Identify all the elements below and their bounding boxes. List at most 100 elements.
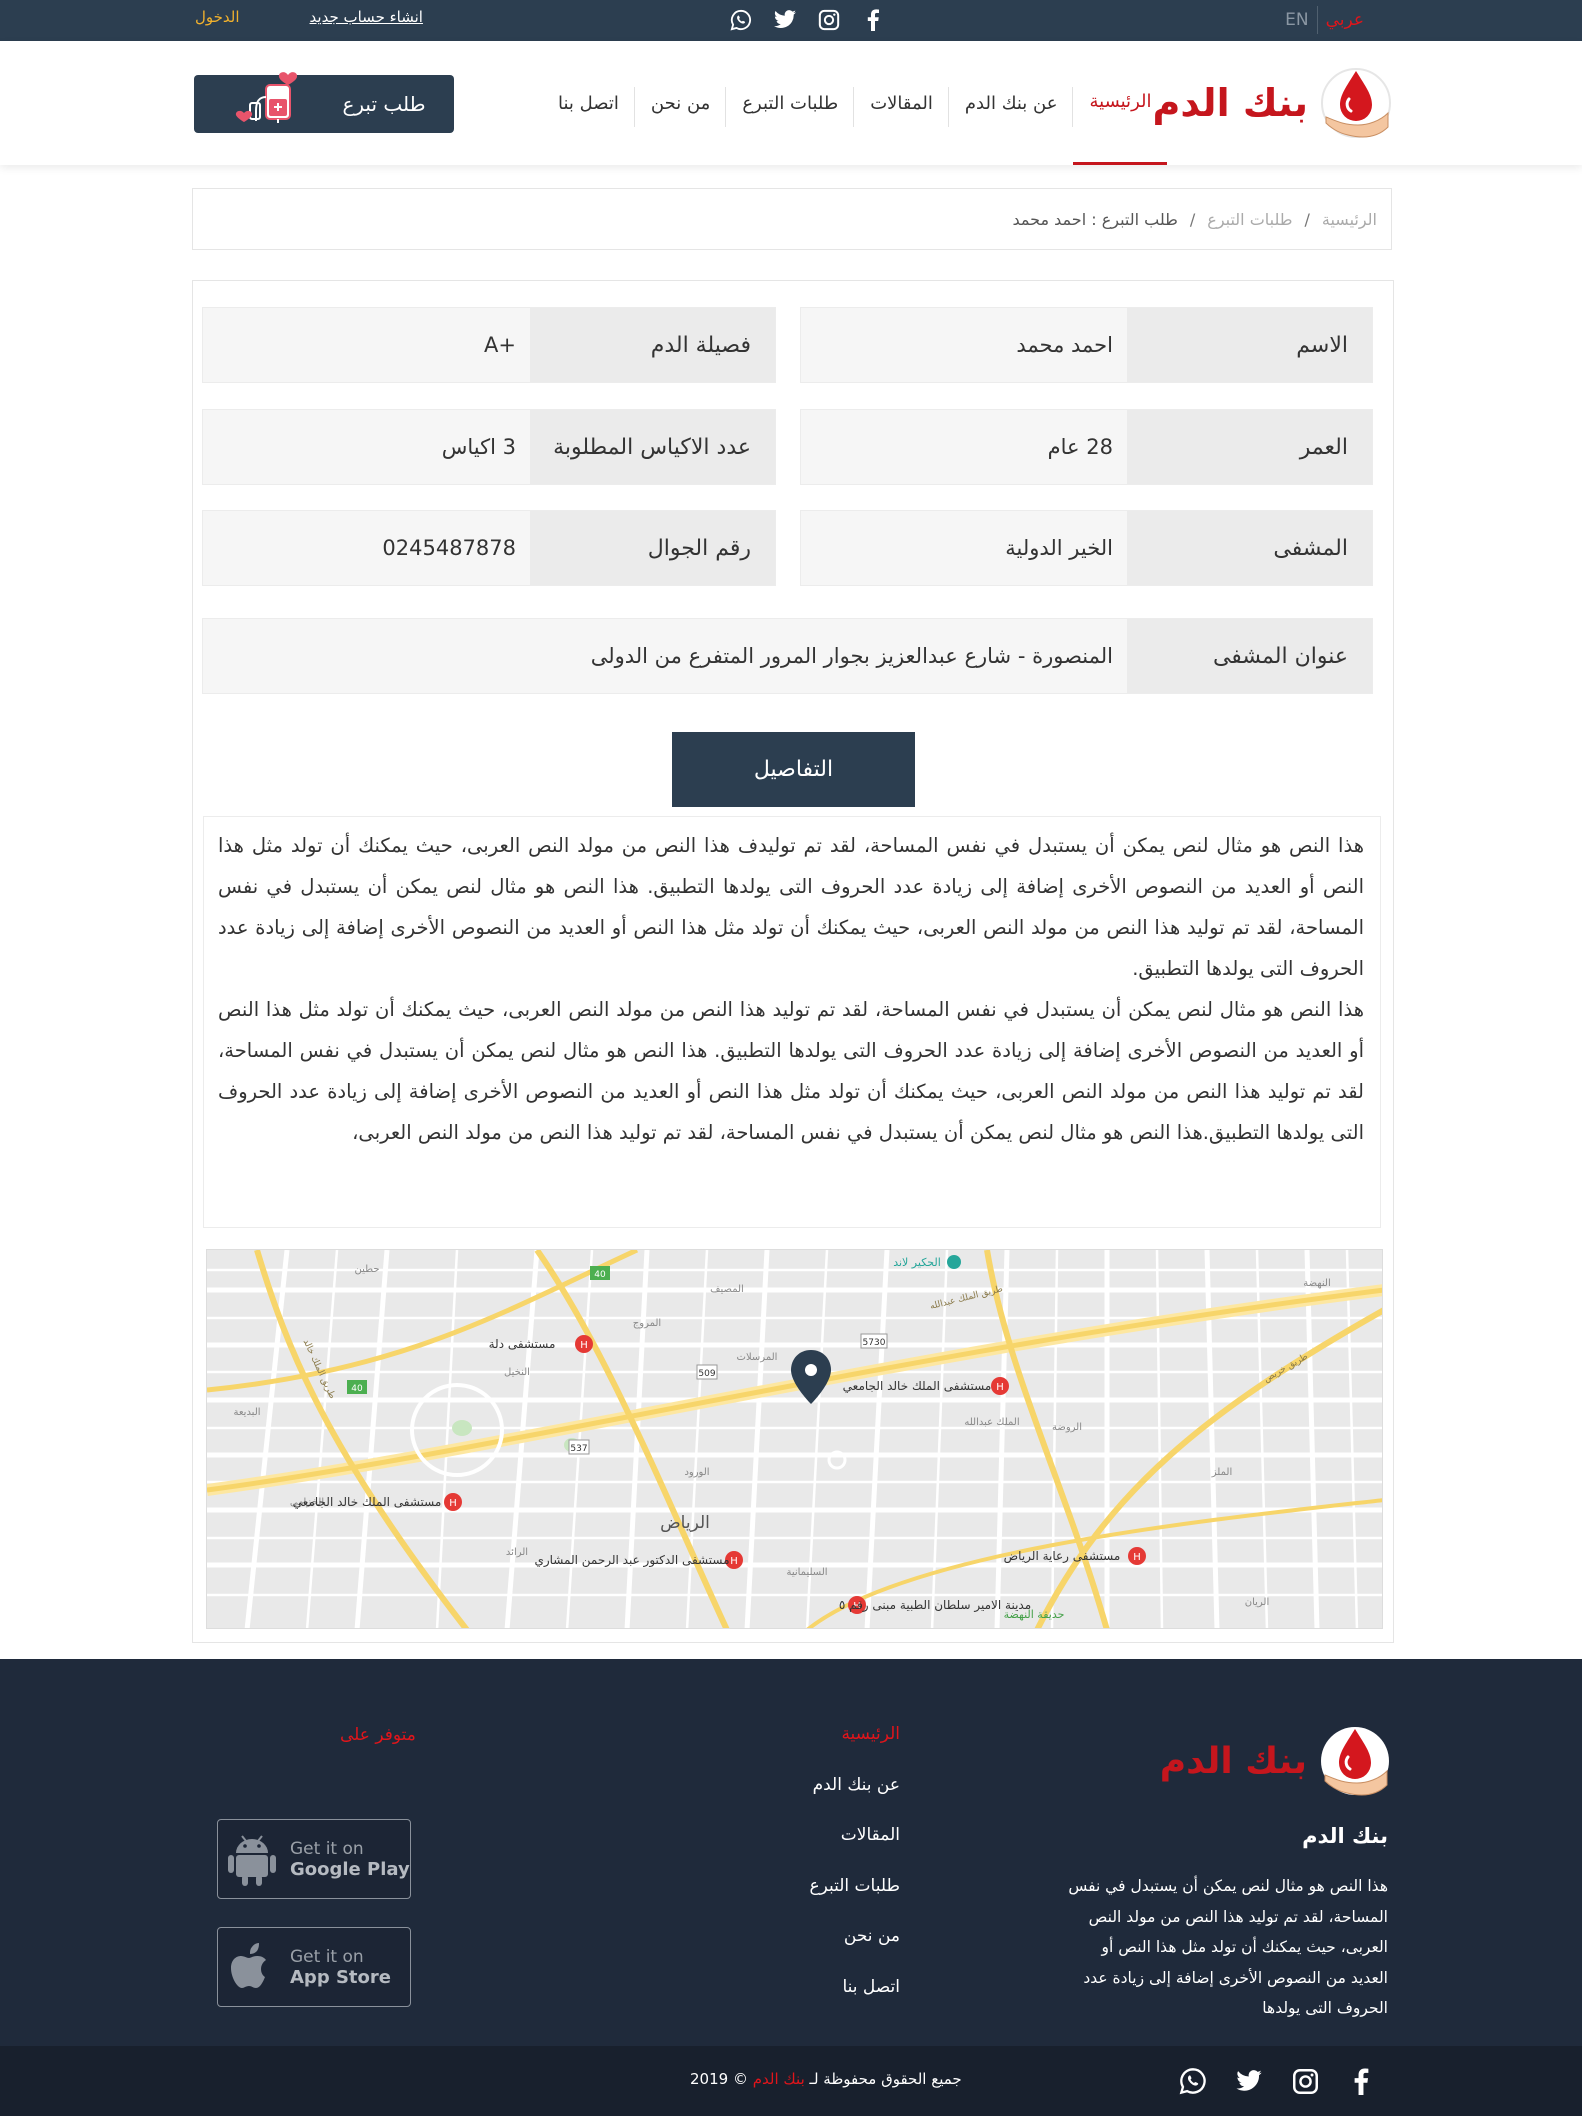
footer-link-contact[interactable]: اتصل بنا <box>809 1977 900 2000</box>
top-bar: عربي EN الدخول انشاء حساب جديد <box>0 0 1582 41</box>
footer-link-home[interactable]: الرئيسية <box>809 1724 900 1747</box>
hospital-label: مدينة الامير سلطان الطبية مبنى رقم ٥ <box>839 1598 1031 1613</box>
shield-label: 40 <box>594 1270 606 1280</box>
language-switcher: عربي EN <box>1285 6 1364 34</box>
district-label: الريان <box>1245 1597 1270 1608</box>
district-label: الملز <box>1211 1467 1232 1478</box>
donation-request-button[interactable]: طلب تبرع <box>194 72 454 133</box>
details-button[interactable]: التفاصيل <box>672 732 915 807</box>
footer-link-who-we-are[interactable]: من نحن <box>809 1926 900 1949</box>
field-hospital-address: عنوان المشفى المنصورة - شارع عبدالعزيز ب… <box>202 618 1373 694</box>
svg-text:H: H <box>1133 1552 1141 1563</box>
blood-drop-hand-logo <box>1321 68 1391 138</box>
district-label: الروضة <box>1052 1422 1082 1433</box>
copyright-year: 2019 <box>690 2070 729 2088</box>
details-text: هذا النص هو مثال لنص يمكن أن يستبدل في ن… <box>203 816 1381 1228</box>
google-play-line1: Get it on <box>290 1838 364 1859</box>
lang-arabic-link[interactable]: عربي <box>1326 10 1364 30</box>
poi-marker[interactable]: الحكير لاند <box>893 1255 961 1269</box>
hospital-label: مستشفى الملك خالد الجامعي <box>843 1379 992 1393</box>
hospital-label: مستشفى دلة <box>489 1337 556 1351</box>
lang-english-link[interactable]: EN <box>1285 10 1308 30</box>
shield-label: 5730 <box>863 1338 886 1348</box>
blood-bag-icon <box>236 72 298 123</box>
facebook-icon[interactable] <box>1346 2066 1376 2096</box>
map-shield-537: 537 <box>568 1439 590 1455</box>
top-social-links <box>728 7 886 33</box>
nav-articles[interactable]: المقالات <box>854 41 949 165</box>
breadcrumb-requests-link[interactable]: طلبات التبرع <box>1207 210 1292 229</box>
map-city-label: الرياض <box>660 1513 710 1533</box>
field-name-label: الاسم <box>1127 308 1372 382</box>
copyright-symbol: © <box>732 2070 748 2088</box>
hospital-label: مستشفى رعاية الرياض <box>1004 1549 1121 1564</box>
district-label: المروج <box>633 1318 661 1329</box>
field-hospital: المشفى الخير الدولية <box>800 510 1373 586</box>
app-store-button[interactable]: Get it on App Store <box>217 1927 411 2007</box>
footer-link-requests[interactable]: طلبات التبرع <box>809 1876 900 1899</box>
svg-text:H: H <box>996 1382 1004 1393</box>
twitter-icon[interactable] <box>1234 2066 1264 2096</box>
android-icon <box>228 1835 276 1886</box>
hospital-marker[interactable]: H مستشفى الملك خالد الجامعي <box>843 1377 1009 1395</box>
map-canvas[interactable]: 40 40 509 537 5730 حطين المصيف المروج ال… <box>207 1250 1383 1629</box>
nav-contact-us[interactable]: اتصل بنا <box>542 41 635 165</box>
district-label: المرسلات <box>737 1352 778 1363</box>
site-footer: بنك الدم بنك الدم هذا النص هو مثال لنص ي… <box>0 1659 1582 2046</box>
instagram-icon[interactable] <box>1290 2066 1320 2096</box>
svg-text:H: H <box>730 1556 738 1567</box>
copyright-bar: جميع الحقوق محفوظة لـ بنك الدم © 2019 <box>0 2046 1582 2116</box>
footer-logo[interactable]: بنك الدم <box>1160 1719 1391 1803</box>
breadcrumb-home-link[interactable]: الرئيسية <box>1322 210 1377 229</box>
nav-about-blood-bank[interactable]: عن بنك الدم <box>949 41 1074 165</box>
whatsapp-icon[interactable] <box>1178 2066 1208 2096</box>
footer-link-about[interactable]: عن بنك الدم <box>809 1775 900 1798</box>
footer-logo-text: بنك الدم <box>1159 1740 1307 1782</box>
district-label: الرائد <box>506 1547 528 1558</box>
district-label: النهضة <box>1303 1278 1331 1289</box>
breadcrumb-separator: / <box>1304 209 1310 229</box>
field-age-label: العمر <box>1127 410 1372 484</box>
hospital-marker[interactable]: H مستشفى الملك خالد الجامعي <box>293 1493 462 1511</box>
main-header: بنك الدم الرئيسية عن بنك الدم المقالات ط… <box>0 41 1582 165</box>
district-label: الورود <box>684 1467 709 1478</box>
register-link[interactable]: انشاء حساب جديد <box>310 8 423 26</box>
map-shield-5730: 5730 <box>860 1333 888 1349</box>
nav-donation-requests[interactable]: طلبات التبرع <box>726 41 855 165</box>
footer-links: الرئيسية عن بنك الدم المقالات طلبات التب… <box>809 1724 900 2027</box>
field-blood-type-label: فصيلة الدم <box>530 308 775 382</box>
apple-icon <box>231 1943 266 1988</box>
park-label: حديقة النهضة <box>1004 1608 1065 1621</box>
hospital-marker[interactable]: Hمستشفى الدكتور عبد الرحمن المشاري <box>534 1551 743 1569</box>
logo-text: بنك الدم <box>1152 81 1309 125</box>
footer-link-articles[interactable]: المقالات <box>809 1825 900 1848</box>
map-shield-509: 509 <box>696 1364 718 1380</box>
account-links: الدخول انشاء حساب جديد <box>195 8 423 26</box>
nav-home[interactable]: الرئيسية <box>1073 41 1168 165</box>
shield-label: 537 <box>570 1444 587 1454</box>
breadcrumb-separator: / <box>1189 209 1196 229</box>
twitter-icon[interactable] <box>772 7 798 33</box>
field-bags-value: 3 اكياس <box>441 435 516 459</box>
district-label: حطين <box>354 1264 379 1275</box>
donation-request-label: طلب تبرع <box>342 92 426 116</box>
footer-social-links <box>1178 2066 1376 2096</box>
field-hospital-value: الخير الدولية <box>1005 536 1113 560</box>
login-link[interactable]: الدخول <box>195 8 240 26</box>
site-logo[interactable]: بنك الدم <box>1153 61 1393 145</box>
hospital-label: مستشفى الدكتور عبد الرحمن المشاري <box>534 1553 729 1568</box>
field-hospital-address-label: عنوان المشفى <box>1127 619 1372 693</box>
field-age-value: 28 عام <box>1047 435 1113 459</box>
facebook-icon[interactable] <box>860 7 886 33</box>
footer-about-title: بنك الدم <box>1302 1824 1388 1848</box>
nav-who-we-are[interactable]: من نحن <box>635 41 727 165</box>
donation-request-card: الاسم احمد محمد فصيلة الدم A+ العمر 28 ع… <box>192 280 1394 1643</box>
whatsapp-icon[interactable] <box>728 7 754 33</box>
details-paragraph: هذا النص هو مثال لنص يمكن أن يستبدل في ن… <box>218 998 1364 1144</box>
location-map[interactable]: 40 40 509 537 5730 حطين المصيف المروج ال… <box>206 1249 1383 1629</box>
map-shield-40: 40 <box>590 1266 610 1280</box>
hospital-marker[interactable]: Hمدينة الامير سلطان الطبية مبنى رقم ٥ <box>839 1596 1031 1614</box>
google-play-button[interactable]: Get it on Google Play <box>217 1819 411 1899</box>
breadcrumb-current: طلب التبرع : احمد محمد <box>1012 209 1178 229</box>
instagram-icon[interactable] <box>816 7 842 33</box>
